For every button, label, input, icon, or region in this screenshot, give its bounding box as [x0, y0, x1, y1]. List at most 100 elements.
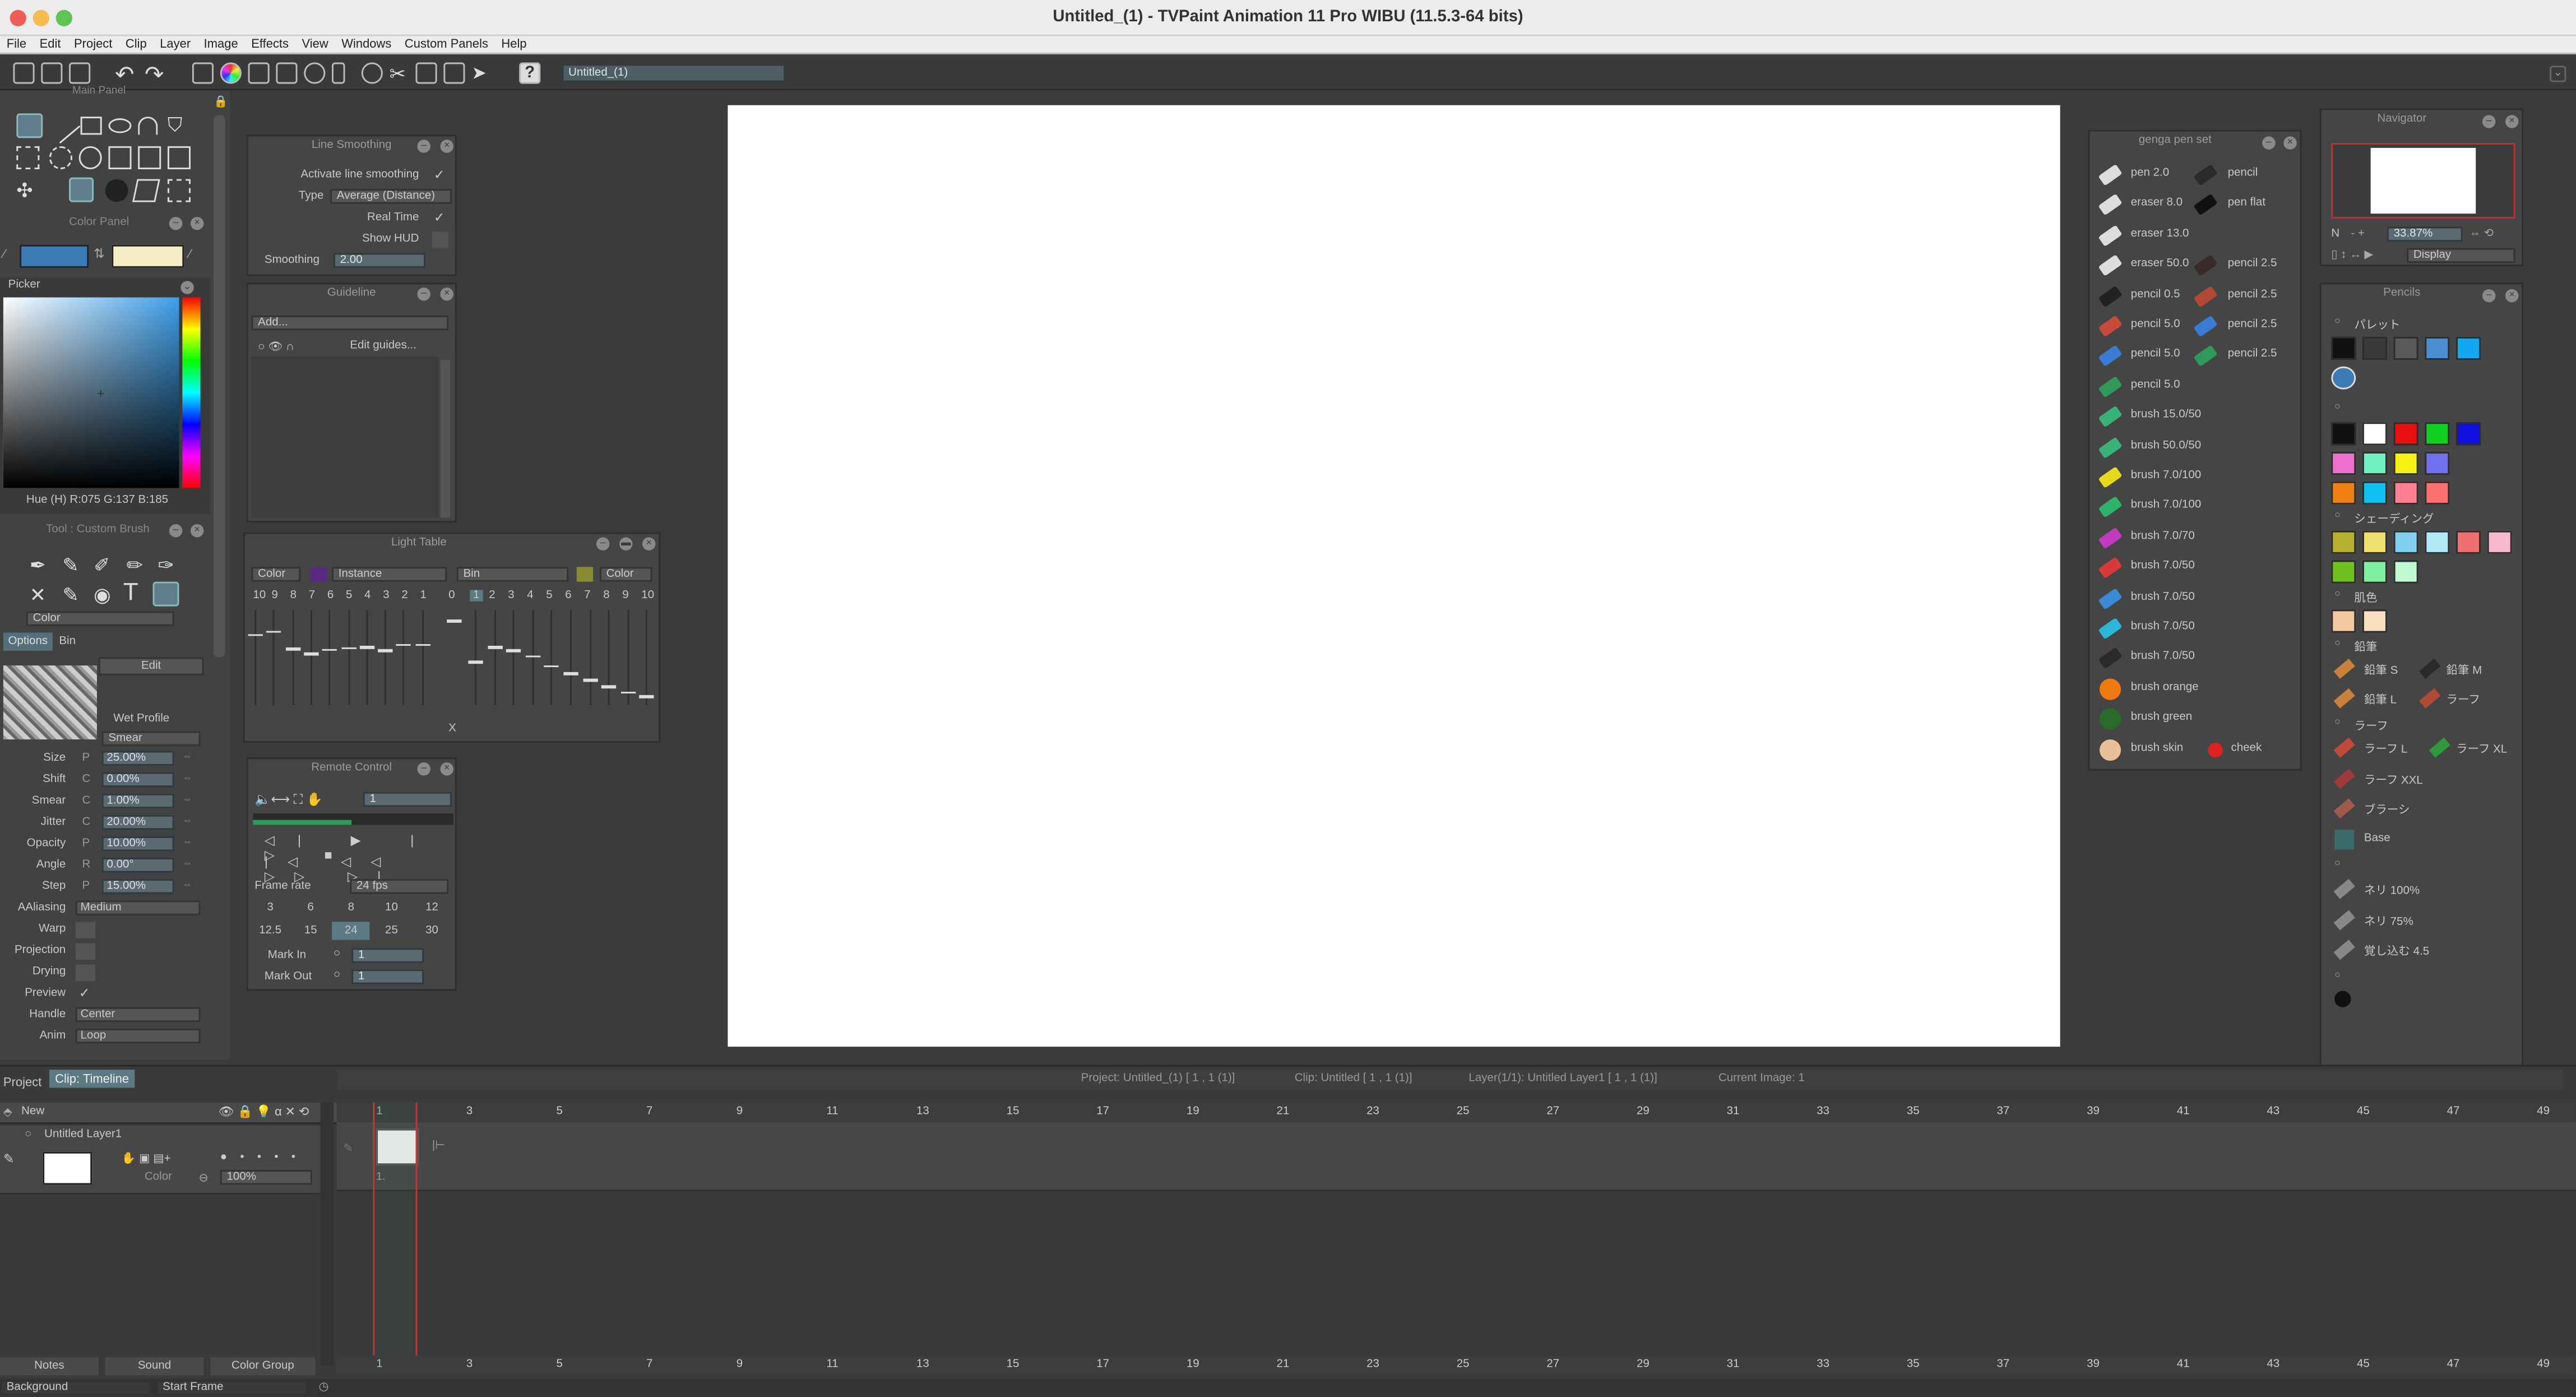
- redo-icon[interactable]: ↷: [145, 61, 164, 89]
- zoom-buttons-icon[interactable]: - +: [2351, 228, 2365, 240]
- lt-slider-handle[interactable]: [601, 686, 617, 688]
- ruler-icon[interactable]: [192, 62, 214, 84]
- lt-left-color-swatch[interactable]: [310, 567, 327, 582]
- brush-preset-icon[interactable]: [2193, 315, 2218, 337]
- lt-slider-handle[interactable]: [359, 646, 374, 649]
- section-toggle-icon[interactable]: ○: [2334, 403, 2341, 413]
- current-frame-cursor[interactable]: [373, 1102, 418, 1376]
- brush-preset-icon[interactable]: [2098, 376, 2123, 398]
- left-lock-icon[interactable]: 🔒: [214, 95, 228, 109]
- brush-preset-label[interactable]: pencil 5.0: [2131, 379, 2180, 391]
- light-table-close-icon[interactable]: ×: [642, 537, 656, 551]
- navigator-zoom-input[interactable]: 33.87%: [2387, 226, 2463, 242]
- current-frame-input[interactable]: 1: [363, 792, 452, 807]
- color-swatch[interactable]: [2362, 422, 2387, 446]
- layer-toggles-icon[interactable]: 👁🔒💡α✕⟲: [219, 1104, 312, 1119]
- color-swatch[interactable]: [2425, 481, 2450, 505]
- mark-out-input[interactable]: 1: [351, 969, 424, 984]
- frame-tick-label[interactable]: 33: [1817, 1106, 1829, 1118]
- lt-slider-handle[interactable]: [396, 644, 411, 647]
- brush-preset-label[interactable]: brush 50.0/50: [2131, 440, 2201, 451]
- frame-ruler-bottom[interactable]: 1 3 5 7 9 11 13 15 17 19 21 23 25 27 29 31 33 35 37 39 41 43 4…: [336, 1356, 2576, 1376]
- color-picker-field[interactable]: [3, 297, 179, 488]
- brush-preset-icon[interactable]: [2099, 738, 2121, 760]
- lt-slider-handle[interactable]: [525, 655, 540, 658]
- frame-tick-label[interactable]: 43: [2267, 1359, 2280, 1371]
- open-file-icon[interactable]: [41, 62, 63, 84]
- frame-rate-preset[interactable]: 25: [373, 922, 410, 940]
- add-guide-select[interactable]: Add...: [251, 315, 449, 331]
- transform-icon[interactable]: [443, 62, 465, 84]
- color-swatch[interactable]: [2456, 336, 2481, 360]
- magic-select-icon[interactable]: [167, 179, 191, 202]
- lt-right-color-select[interactable]: Color: [599, 567, 652, 582]
- brush-preset-label[interactable]: cheek: [2231, 742, 2262, 754]
- brush-preset-icon[interactable]: [2098, 164, 2123, 186]
- brush-preset-label[interactable]: brush 15.0/50: [2131, 409, 2201, 421]
- scissors-icon[interactable]: ✂: [390, 62, 411, 85]
- frame-tick-label[interactable]: 45: [2357, 1106, 2370, 1118]
- eyedropper-secondary-icon[interactable]: ⁄: [189, 247, 202, 266]
- brush-preset-icon[interactable]: [2098, 496, 2123, 519]
- lt-opacity-sliders[interactable]: [248, 609, 659, 715]
- light-table-collapse-icon[interactable]: ▬: [619, 537, 633, 551]
- frame-tick-label[interactable]: 11: [826, 1106, 838, 1118]
- picker-menu-icon[interactable]: ⌄: [180, 281, 194, 294]
- lt-after-number[interactable]: 1: [470, 590, 483, 602]
- pen-preset-icon[interactable]: ✒: [30, 554, 46, 577]
- blend-preset-icon[interactable]: [2333, 940, 2355, 960]
- lt-slider-handle[interactable]: [378, 649, 393, 653]
- color-swatch[interactable]: [2331, 452, 2356, 475]
- param-value-input[interactable]: 1.00%: [101, 793, 174, 809]
- new-layer-icon[interactable]: ⬘: [3, 1106, 12, 1120]
- frame-rate-preset[interactable]: 15: [292, 922, 330, 940]
- pencil-preset-icon[interactable]: ✎: [62, 554, 78, 577]
- brush-preset-icon[interactable]: [2098, 406, 2123, 428]
- frame-tick-label[interactable]: 33: [1817, 1359, 1829, 1371]
- new-file-icon[interactable]: [13, 62, 35, 84]
- playback-options-icon[interactable]: 🔈⟷ ⛶ ✋: [254, 792, 322, 808]
- start-frame-select[interactable]: Start Frame: [156, 1380, 308, 1395]
- frame-tick-label[interactable]: 29: [1637, 1359, 1650, 1371]
- frame-tick-label[interactable]: 21: [1276, 1106, 1289, 1118]
- showhud-checkbox[interactable]: [432, 232, 449, 248]
- brush-preset-label[interactable]: eraser 50.0: [2131, 258, 2189, 270]
- clock-icon[interactable]: ◷: [319, 1380, 329, 1394]
- brush-preset-label[interactable]: brush orange: [2131, 682, 2199, 693]
- layer-options-icon[interactable]: ✋ ▣ ▤+: [122, 1152, 171, 1165]
- swap-colors-icon[interactable]: ⇅: [94, 247, 108, 266]
- frame-rate-preset[interactable]: 12.5: [251, 922, 289, 940]
- frame-tick-label[interactable]: 15: [1007, 1359, 1020, 1371]
- rough-preset-icon[interactable]: [2429, 737, 2450, 758]
- brush-preset-icon[interactable]: [2098, 436, 2123, 459]
- lt-before-number[interactable]: 4: [364, 590, 370, 602]
- frame-rate-preset[interactable]: 30: [413, 922, 451, 940]
- new-layer-button[interactable]: New: [16, 1105, 211, 1121]
- color-swatch[interactable]: [2362, 530, 2387, 554]
- lt-before-number[interactable]: 5: [346, 590, 352, 602]
- navigator-minimize-icon[interactable]: –: [2482, 115, 2496, 128]
- frame-tick-label[interactable]: 37: [1996, 1359, 2009, 1371]
- brush-preset-label[interactable]: brush 7.0/70: [2131, 530, 2195, 542]
- frame-tick-label[interactable]: 29: [1637, 1106, 1650, 1118]
- lt-instance-select[interactable]: Instance: [332, 567, 447, 582]
- rough-preset-label[interactable]: Base: [2364, 832, 2390, 844]
- frame-tick-label[interactable]: 49: [2537, 1106, 2550, 1118]
- lt-right-color-swatch[interactable]: [576, 567, 594, 582]
- param-modifier[interactable]: P: [82, 881, 90, 892]
- frame-tick-label[interactable]: 41: [2177, 1106, 2190, 1118]
- param-modifier[interactable]: C: [82, 817, 91, 829]
- brush-preset-label[interactable]: brush skin: [2131, 742, 2184, 754]
- lt-slider-handle[interactable]: [620, 691, 636, 695]
- blend-preset-label[interactable]: ネリ 75%: [2364, 913, 2413, 929]
- frame-track[interactable]: ✎ |⊢ 1.: [336, 1122, 2576, 1192]
- frame-tick-label[interactable]: 27: [1546, 1359, 1559, 1371]
- menu-custom-panels[interactable]: Custom Panels: [398, 36, 495, 52]
- frame-rate-preset[interactable]: 3: [251, 902, 289, 914]
- lt-slider-handle[interactable]: [266, 630, 282, 633]
- mark-out-toggle-icon[interactable]: ○: [333, 969, 340, 981]
- drawing-canvas[interactable]: [728, 105, 2060, 1047]
- lt-before-number[interactable]: 2: [401, 590, 407, 602]
- brush-preset-icon[interactable]: [2193, 285, 2218, 307]
- frame-tick-label[interactable]: 7: [646, 1106, 652, 1118]
